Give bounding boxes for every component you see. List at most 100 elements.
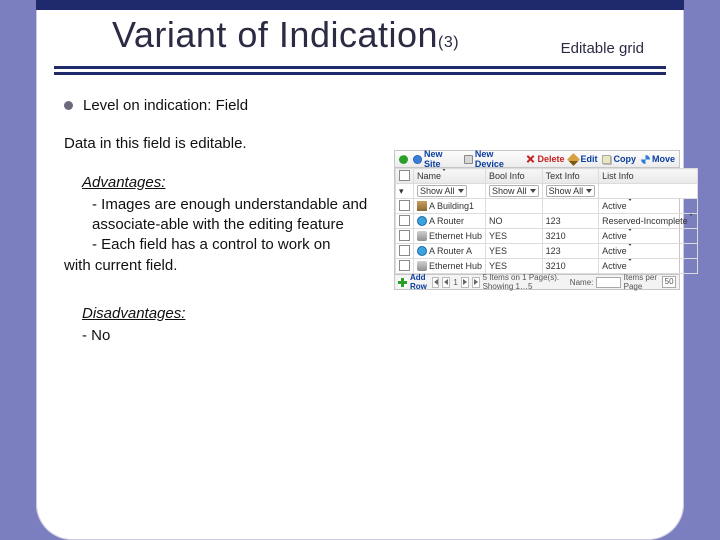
slide-title: Variant of Indication(3) [112,14,459,56]
cell-list[interactable]: Reserved-Incomplete [599,214,698,229]
device-icon [464,155,473,164]
row-checkbox[interactable] [399,260,410,271]
pager-page-number: 1 [453,278,457,287]
cell-name: Ethernet Hub [429,231,482,241]
filter-list[interactable] [599,184,698,199]
chevron-down-icon [627,229,633,242]
slide-subtitle: Editable grid [561,40,644,57]
filter-text[interactable]: Show All [542,184,599,199]
delete-button[interactable]: Delete [526,154,564,164]
grid-toolbar: New Site New Device Delete Edit Copy Mov… [395,151,679,168]
cell-name: Ethernet Hub [429,261,482,271]
cell-bool [486,199,543,214]
pager-prev-button[interactable] [442,277,450,288]
pager-last-button[interactable] [472,277,480,288]
cell-bool: YES [486,259,543,274]
cell-text: 3210 [542,259,599,274]
header-rule [54,72,666,75]
bullet-text: Level on indication: Field [83,96,248,116]
table-header-row: Name Bool Info Text Info List Info [396,169,698,184]
disadvantage-item: - No [82,326,384,346]
filter-funnel[interactable]: ▾ [396,184,414,199]
cell-name: A Router [429,216,464,226]
select-all-checkbox[interactable] [396,169,414,184]
edit-button[interactable]: Edit [569,154,597,164]
pager-first-button[interactable] [432,277,440,288]
table-row[interactable]: Ethernet HubYES3210Active [396,229,698,244]
advantages-heading: Advantages: [82,173,384,193]
pager-next-button[interactable] [461,277,469,288]
cell-text: 123 [542,214,599,229]
col-header-text[interactable]: Text Info [542,169,599,184]
router-icon [417,216,427,226]
delete-label: Delete [537,154,564,164]
row-checkbox[interactable] [399,245,410,256]
row-checkbox[interactable] [399,230,410,241]
chevron-down-icon [627,244,633,257]
filter-name[interactable]: Show All [414,184,486,199]
table-row[interactable]: A Router A YES123Active [396,244,698,259]
plus-icon [398,278,407,287]
cell-list[interactable]: Active [599,229,698,244]
header-rule [54,66,666,69]
new-site-label: New Site [424,149,459,169]
cell-bool: YES [486,229,543,244]
delete-icon [526,155,535,164]
editable-grid-screenshot: New Site New Device Delete Edit Copy Mov… [394,150,680,290]
table-filter-row: ▾ Show All Show All Show All [396,184,698,199]
cell-text [542,199,599,214]
hub-icon [417,261,427,271]
edit-label: Edit [580,154,597,164]
move-icon [641,155,650,164]
grid-footer: Add Row 1 5 Items on 1 Page(s). Showing … [395,274,679,289]
move-button[interactable]: Move [641,154,675,164]
cell-text: 123 [542,244,599,259]
chevron-down-icon [586,189,592,193]
add-row-button[interactable]: Add Row [398,273,429,291]
building-icon [417,201,427,211]
bullet-item: Level on indication: Field [64,96,384,116]
data-grid-table: Name Bool Info Text Info List Info ▾ Sho… [395,168,698,274]
disadvantages-heading: Disadvantages: [82,304,384,324]
new-device-button[interactable]: New Device [464,149,522,169]
chevron-down-icon [627,199,633,212]
table-row[interactable]: A RouterNO123Reserved-Incomplete [396,214,698,229]
move-label: Move [652,154,675,164]
col-header-name[interactable]: Name [414,169,486,184]
items-per-page-input[interactable]: 50 [662,276,676,288]
name-filter-label: Name: [570,278,594,287]
cell-bool: YES [486,244,543,259]
filter-bool[interactable]: Show All [486,184,543,199]
globe-icon [413,155,422,164]
col-header-bool[interactable]: Bool Info [486,169,543,184]
hub-icon [417,231,427,241]
row-checkbox[interactable] [399,200,410,211]
chevron-down-icon [458,189,464,193]
row-checkbox[interactable] [399,215,410,226]
new-device-label: New Device [475,149,522,169]
advantage-item: - Each field has a control to work on [92,235,384,255]
chevron-down-icon [530,189,536,193]
title-main: Variant of Indication [112,14,438,55]
cell-list[interactable]: Active [599,244,698,259]
name-filter-input[interactable] [596,277,620,288]
sort-icon [441,169,447,182]
title-suffix: (3) [438,34,459,51]
slide-card: Variant of Indication(3) Editable grid L… [36,0,684,540]
new-site-button[interactable]: New Site [413,149,459,169]
chevron-down-icon [627,259,633,272]
cell-list[interactable]: Active [599,259,698,274]
table-row[interactable]: Ethernet Hub YES3210Active [396,259,698,274]
slide-top-stripe [36,0,684,10]
cell-name: A Router A [429,246,472,256]
table-row[interactable]: A Building1 Active [396,199,698,214]
copy-label: Copy [613,154,636,164]
cell-name: A Building1 [429,201,474,211]
refresh-icon[interactable] [399,155,408,164]
cell-list[interactable]: Active [599,199,698,214]
advantage-item: - Images are enough understandable and a… [92,195,384,236]
copy-icon [602,155,611,164]
copy-button[interactable]: Copy [602,154,636,164]
items-per-page-label: Items per Page [624,273,660,291]
col-header-list[interactable]: List Info [599,169,698,184]
